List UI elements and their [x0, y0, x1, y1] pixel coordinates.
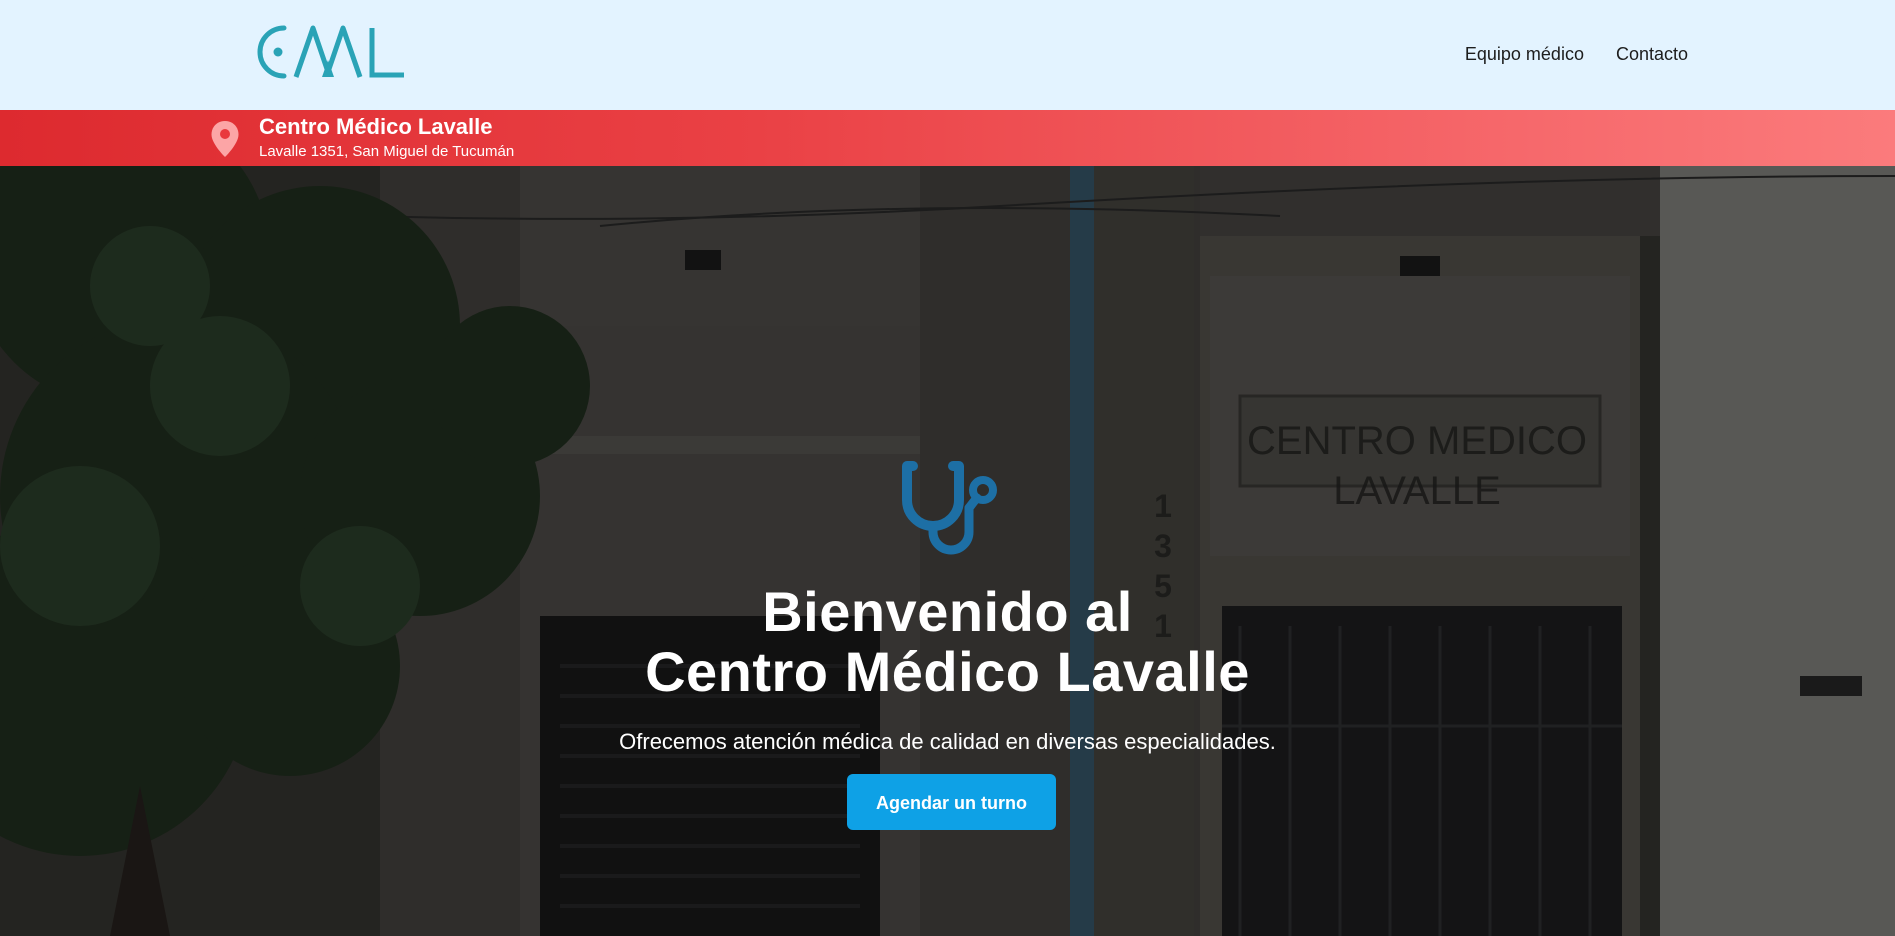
site-header: Equipo médico Contacto	[0, 0, 1895, 110]
hero-title-line-2: Centro Médico Lavalle	[645, 640, 1250, 703]
nav-link-equipo-medico[interactable]: Equipo médico	[1465, 42, 1584, 66]
main-nav: Equipo médico Contacto	[1465, 42, 1688, 66]
hero-title-line-1: Bienvenido al	[762, 580, 1133, 643]
map-pin-icon	[210, 120, 240, 163]
agendar-turno-button[interactable]: Agendar un turno	[847, 774, 1056, 830]
hero-subtitle: Ofrecemos atención médica de calidad en …	[619, 729, 1276, 754]
logo[interactable]	[250, 22, 406, 84]
nav-link-contacto[interactable]: Contacto	[1616, 42, 1688, 66]
location-name: Centro Médico Lavalle	[259, 114, 493, 139]
hero-content: Bienvenido al Centro Médico Lavalle Ofre…	[0, 166, 1895, 936]
hero-section: CENTRO MEDICO LAVALLE 1 3 5 1 Bienvenido…	[0, 166, 1895, 936]
location-address: Lavalle 1351, San Miguel de Tucumán	[259, 143, 515, 160]
hero-title: Bienvenido al Centro Médico Lavalle	[0, 582, 1895, 702]
cml-logo-icon	[257, 25, 404, 79]
stethoscope-icon	[899, 460, 997, 565]
